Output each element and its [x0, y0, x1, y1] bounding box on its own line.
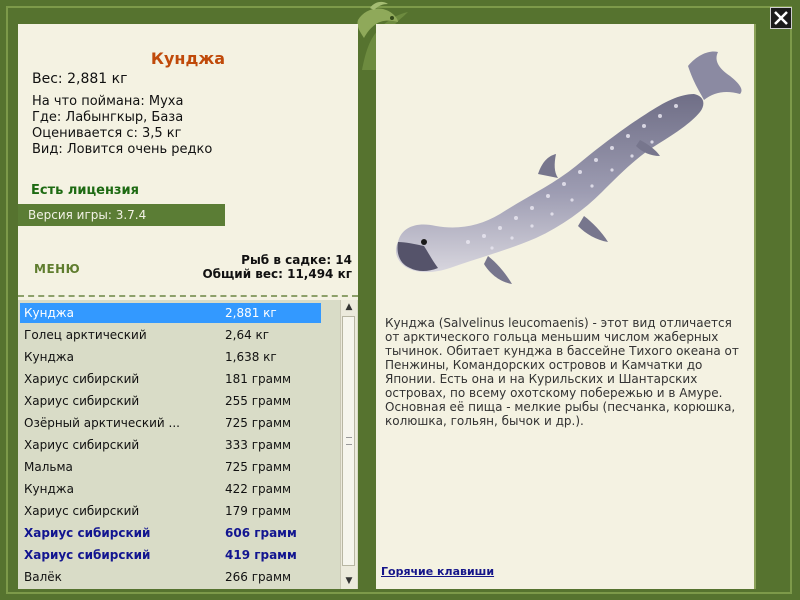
catch-stats: Рыб в садке: 14 Общий вес: 11,494 кг: [202, 253, 352, 281]
catch-row[interactable]: Кунджа 422 грамм: [20, 479, 321, 499]
fish-count: Рыб в садке: 14: [241, 253, 352, 267]
catch-row[interactable]: Кунджа 2,881 кг: [20, 303, 321, 323]
close-icon: [774, 11, 788, 25]
char-fish-illustration: [395, 51, 742, 284]
license-status: Есть лицензия: [31, 183, 139, 198]
grip-icon: [346, 437, 352, 445]
scroll-up-icon[interactable]: ▲: [341, 300, 357, 314]
hotkeys-link[interactable]: Горячие клавиши: [381, 565, 494, 578]
fish-details: На что поймана: Муха Где: Лабынгкыр, Баз…: [32, 94, 212, 158]
species-rarity: Вид: Ловится очень редко: [32, 142, 213, 157]
fish-weight: Вес: 2,881 кг: [32, 71, 128, 87]
fish-description: Кунджа (Salvelinus leucomaenis) - этот в…: [385, 316, 739, 428]
catch-row[interactable]: Кунджа 1,638 кг: [20, 347, 321, 367]
catch-row[interactable]: Хариус сибирский 419 грамм: [20, 545, 321, 565]
catch-row[interactable]: Хариус сибирский 606 грамм: [20, 523, 321, 543]
catch-row[interactable]: Хариус сибирский 179 грамм: [20, 501, 321, 521]
catch-row[interactable]: Валёк 266 грамм: [20, 567, 321, 587]
version-bar: Версия игры: 3.7.4: [18, 204, 225, 226]
menu-button[interactable]: МЕНЮ: [34, 262, 80, 276]
fish-title: Кунджа: [150, 49, 226, 68]
catch-row[interactable]: Хариус сибирский 333 грамм: [20, 435, 321, 455]
scroll-down-icon[interactable]: ▼: [341, 574, 357, 588]
close-button[interactable]: [770, 7, 792, 29]
list-scrollbar[interactable]: ▲ ▼: [340, 300, 357, 589]
scroll-thumb[interactable]: [342, 316, 355, 566]
catch-row[interactable]: Хариус сибирский 255 грамм: [20, 391, 321, 411]
catch-row[interactable]: Хариус сибирский 181 грамм: [20, 369, 321, 389]
valued-from: Оценивается с: 3,5 кг: [32, 126, 182, 141]
catch-row[interactable]: Озёрный арктический ... 725 грамм: [20, 413, 321, 433]
total-weight: Общий вес: 11,494 кг: [202, 267, 352, 281]
fish-info-panel: Кунджа Вес: 2,881 кг На что поймана: Мух…: [18, 24, 358, 589]
catch-list: Кунджа 2,881 кг Голец арктический 2,64 кг …: [18, 300, 358, 589]
caught-on: На что поймана: Муха: [32, 94, 184, 109]
divider: [18, 295, 358, 297]
caught-where: Где: Лабынгкыр, База: [32, 110, 184, 125]
catch-row[interactable]: Голец арктический 2,64 кг: [20, 325, 321, 345]
catch-row[interactable]: Мальма 725 грамм: [20, 457, 321, 477]
